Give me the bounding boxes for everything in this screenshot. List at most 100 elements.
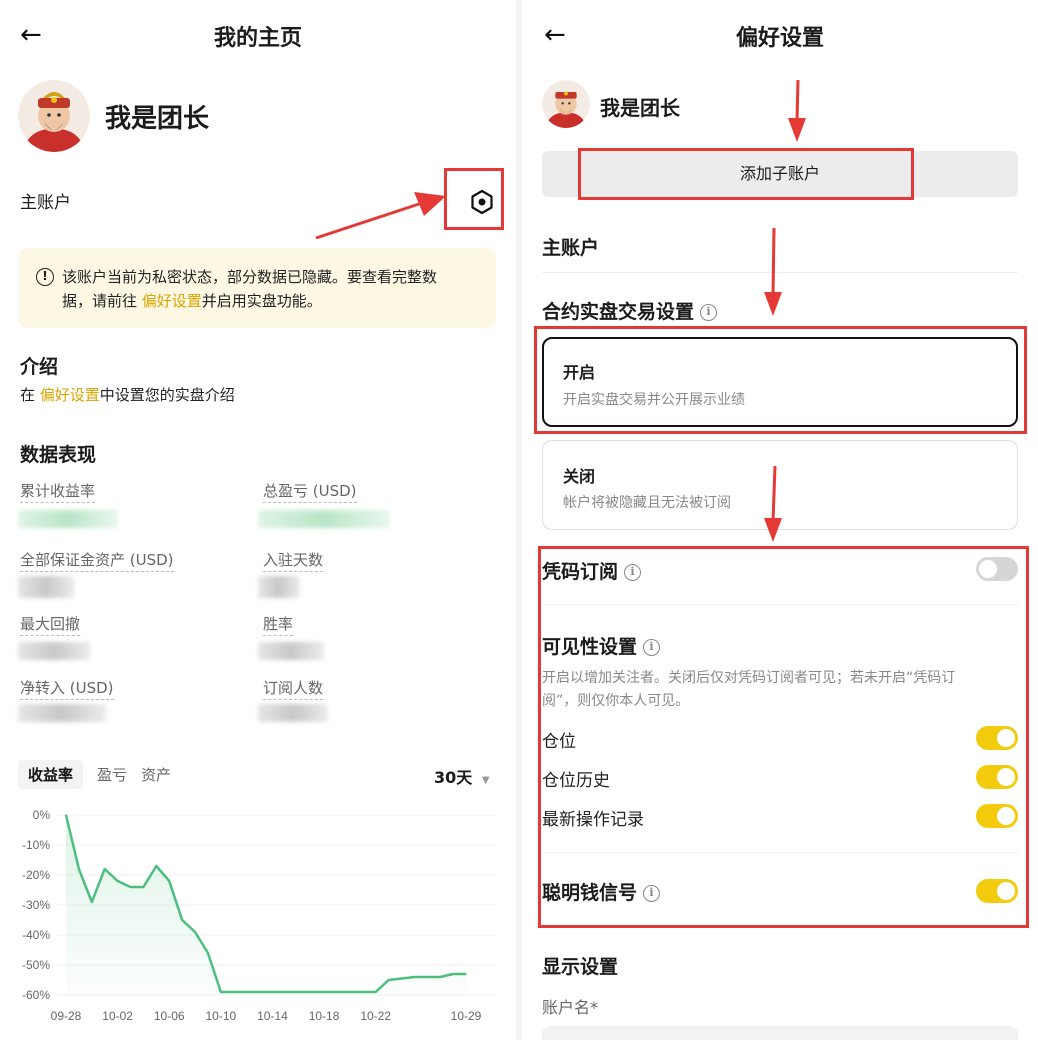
- y-tick-label: -30%: [22, 898, 50, 912]
- x-tick-label: 10-10: [205, 1009, 236, 1023]
- contract-settings-title: 合约实盘交易设置 i: [542, 297, 718, 324]
- code-subscription-toggle[interactable]: [976, 557, 1018, 581]
- annotation-arrow: [764, 465, 782, 542]
- visibility-desc-line1: 开启以增加关注者。关闭后仅对凭码订阅者可见；若未开启“凭码订: [542, 670, 956, 686]
- data-point: [168, 880, 171, 882]
- metric-net-inflow-label[interactable]: 净转入 (USD): [20, 677, 114, 700]
- metric-days-label[interactable]: 入驻天数: [263, 549, 324, 572]
- positions-toggle[interactable]: [976, 726, 1018, 750]
- y-tick-label: -60%: [22, 988, 50, 1002]
- intro-suffix: 中设置您的实盘介绍: [99, 386, 235, 404]
- tab-return-rate[interactable]: 收益率: [18, 760, 84, 789]
- code-subscription-label: 凭码订阅: [542, 561, 619, 583]
- data-point: [245, 991, 248, 993]
- info-icon[interactable]: i: [624, 564, 642, 581]
- user-name: 我是团长: [600, 96, 680, 120]
- intro-preferences-link[interactable]: 偏好设置: [40, 386, 100, 404]
- metric-total-pnl-label[interactable]: 总盈亏 (USD): [263, 480, 357, 503]
- data-point: [349, 991, 351, 993]
- caret-down-icon: ▼: [481, 775, 490, 786]
- profile-screen: ← 我的主页 我是团长 主账户 ! 该账户当前为私密状态，部分数据已隐藏。要查看: [0, 0, 516, 1040]
- data-performance-title: 数据表现: [20, 444, 97, 466]
- y-tick-label: -50%: [22, 958, 50, 972]
- data-point: [155, 865, 158, 867]
- divider: [542, 852, 1018, 853]
- data-point: [387, 979, 390, 981]
- position-history-toggle[interactable]: [976, 765, 1018, 789]
- notice-text-line1: 该账户当前为私密状态，部分数据已隐藏。要查看完整数: [62, 268, 438, 286]
- data-point: [426, 976, 429, 978]
- smart-money-label: 聪明钱信号: [542, 882, 638, 904]
- tab-assets[interactable]: 资产: [141, 764, 171, 785]
- visibility-title: 可见性设置 i: [542, 632, 661, 659]
- metric-margin-assets-label[interactable]: 全部保证金资产 (USD): [20, 549, 174, 572]
- annotation-arrow: [764, 227, 782, 316]
- metric-max-drawdown-label[interactable]: 最大回撤: [20, 613, 81, 636]
- latest-operations-toggle[interactable]: [976, 804, 1018, 828]
- hidden-value: [18, 576, 74, 598]
- smart-money-toggle[interactable]: [976, 879, 1018, 903]
- info-icon[interactable]: i: [643, 885, 661, 902]
- option-enable-title: 开启: [563, 363, 596, 382]
- intro-prefix: 在: [20, 386, 40, 404]
- preferences-link[interactable]: 偏好设置: [142, 292, 202, 310]
- positions-label: 仓位: [542, 732, 576, 752]
- notice-text-line2: 据，请前往 偏好设置并启用实盘功能。: [62, 290, 322, 311]
- hidden-value: [258, 510, 390, 528]
- metric-subscribers-label[interactable]: 订阅人数: [263, 677, 324, 700]
- x-tick-label: 10-02: [102, 1009, 133, 1023]
- page-title: 偏好设置: [735, 26, 824, 51]
- x-tick-label: 10-06: [154, 1009, 185, 1023]
- option-disable-desc: 帐户将被隐藏且无法被订阅: [563, 495, 731, 511]
- annotation-arrow: [788, 79, 806, 142]
- hidden-value: [258, 642, 324, 660]
- data-point: [400, 977, 403, 980]
- contract-settings-label: 合约实盘交易设置: [542, 301, 695, 323]
- data-point: [65, 814, 67, 816]
- settings-hexagon-icon[interactable]: [468, 188, 496, 216]
- option-disable-title: 关闭: [563, 467, 596, 486]
- data-point: [323, 991, 325, 993]
- period-select[interactable]: 30天 ▼: [434, 764, 490, 788]
- data-point: [207, 952, 209, 954]
- account-name-input[interactable]: [542, 1026, 1018, 1040]
- data-point: [336, 991, 338, 993]
- data-point: [284, 991, 287, 993]
- x-tick-label: 10-29: [451, 1009, 482, 1023]
- info-icon[interactable]: i: [700, 304, 718, 321]
- x-tick-label: 10-22: [360, 1009, 391, 1023]
- option-enable-desc: 开启实盘交易并公开展示业绩: [563, 392, 745, 408]
- intro-text: 在 偏好设置中设置您的实盘介绍: [20, 384, 235, 405]
- hidden-value: [258, 704, 328, 722]
- divider: [542, 604, 1018, 605]
- account-label: 主账户: [20, 193, 71, 213]
- data-point: [116, 880, 119, 882]
- tab-pnl[interactable]: 盈亏: [97, 764, 127, 785]
- private-notice: ! 该账户当前为私密状态，部分数据已隐藏。要查看完整数 据，请前往 偏好设置并启…: [18, 248, 496, 328]
- period-value: 30天: [434, 768, 473, 787]
- y-tick-label: 0%: [33, 808, 51, 822]
- data-point: [220, 991, 222, 993]
- y-tick-label: -20%: [22, 868, 50, 882]
- page-title: 我的主页: [213, 26, 302, 51]
- data-point: [452, 973, 454, 975]
- data-point: [374, 991, 377, 993]
- data-point: [413, 976, 416, 978]
- hidden-value: [258, 576, 300, 598]
- data-point: [129, 886, 132, 888]
- data-point: [297, 991, 300, 993]
- hidden-value: [18, 642, 90, 660]
- notice-text-suffix: 并启用实盘功能。: [201, 292, 322, 310]
- add-sub-account-button[interactable]: 添加子账户: [542, 151, 1018, 197]
- hidden-value: [18, 704, 106, 722]
- metric-cumulative-return-label[interactable]: 累计收益率: [20, 480, 96, 503]
- user-name: 我是团长: [105, 104, 210, 134]
- visibility-label: 可见性设置: [542, 636, 638, 658]
- latest-operations-label: 最新操作记录: [542, 810, 644, 830]
- info-icon[interactable]: i: [643, 639, 661, 656]
- metric-win-rate-label[interactable]: 胜率: [263, 613, 294, 636]
- x-tick-label: 10-14: [257, 1009, 288, 1023]
- option-enable[interactable]: 开启 开启实盘交易并公开展示业绩: [542, 337, 1018, 427]
- data-point: [258, 991, 261, 993]
- intro-title: 介绍: [20, 356, 59, 378]
